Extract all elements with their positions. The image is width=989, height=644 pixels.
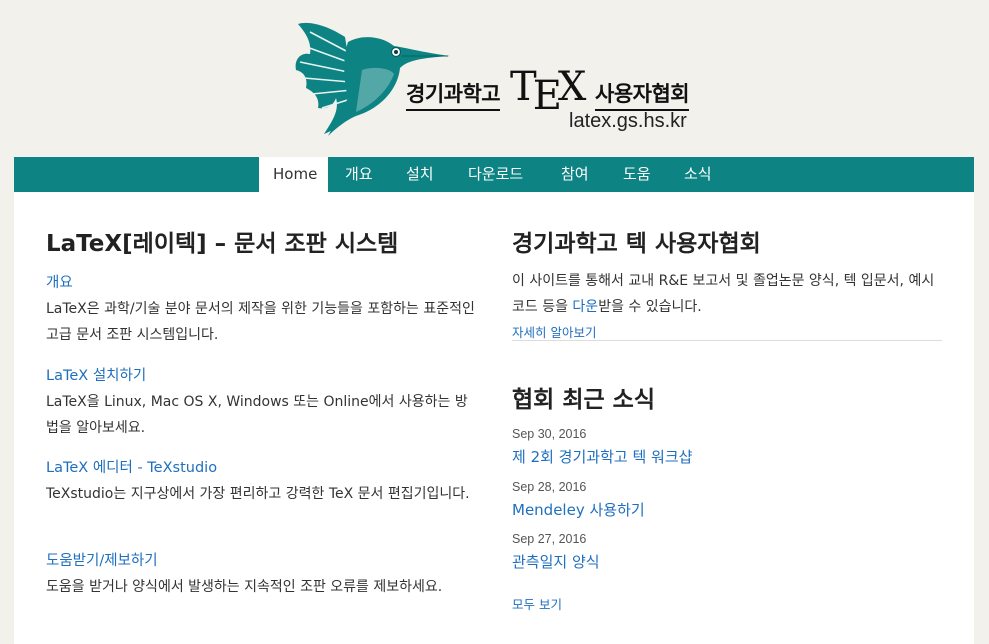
intro-text-after: 받을 수 있습니다. (598, 299, 702, 315)
news-date: Sep 30, 2016 (512, 427, 587, 441)
logo-tex-e: E (532, 73, 562, 119)
news-date: Sep 28, 2016 (512, 480, 587, 494)
nav-item-help[interactable]: 도움 (609, 157, 665, 192)
nav-item-install[interactable]: 설치 (392, 157, 448, 192)
editor-link[interactable]: LaTeX 에디터 - TeXstudio (46, 456, 217, 477)
logo-url: latex.gs.hs.kr (569, 110, 687, 132)
help-report-link[interactable]: 도움받기/제보하기 (46, 549, 158, 570)
learn-more-link[interactable]: 자세히 알아보기 (512, 322, 596, 341)
overview-link[interactable]: 개요 (46, 271, 73, 292)
install-link[interactable]: LaTeX 설치하기 (46, 364, 146, 385)
logo-tex-x: X (557, 64, 587, 110)
editor-description: TeXstudio는 지구상에서 가장 편리하고 강력한 TeX 문서 편집기입… (46, 486, 470, 502)
nav-item-participate[interactable]: 참여 (547, 157, 603, 192)
logo-text-right: 사용자협회 (595, 78, 690, 111)
nav-item-overview[interactable]: 개요 (331, 157, 387, 192)
main-nav: Home 개요 설치 다운로드 참여 도움 소식 (14, 157, 974, 192)
news-item-link[interactable]: 제 2회 경기과학고 텍 워크샵 (512, 446, 692, 467)
download-inline-link[interactable]: 다운 (572, 299, 598, 315)
right-title: 경기과학고 텍 사용자협회 (512, 231, 761, 257)
install-description: LaTeX을 Linux, Mac OS X, Windows 또는 Onlin… (46, 394, 468, 436)
divider (512, 340, 942, 341)
nav-item-news[interactable]: 소식 (670, 157, 726, 192)
site-header: 경기과학고 TEX 사용자협회 latex.gs.hs.kr (0, 0, 989, 157)
overview-description: LaTeX은 과학/기술 분야 문서의 제작을 위한 기능들을 포함하는 표준적… (46, 301, 475, 343)
help-report-description: 도움을 받거나 양식에서 발생하는 지속적인 조판 오류를 제보하세요. (46, 579, 443, 595)
logo-tex-wordmark: TEX (510, 64, 587, 119)
view-all-news-link[interactable]: 모두 보기 (512, 594, 562, 613)
news-title: 협회 최근 소식 (512, 387, 655, 413)
news-item-link[interactable]: Mendeley 사용하기 (512, 499, 645, 520)
kingfisher-logo-icon[interactable] (290, 12, 455, 137)
content-panel: LaTeX[레이텍] – 문서 조판 시스템 개요 LaTeX은 과학/기술 분… (14, 192, 974, 644)
nav-item-home[interactable]: Home (259, 157, 328, 192)
nav-item-download[interactable]: 다운로드 (454, 157, 537, 192)
logo-text-left: 경기과학고 (406, 78, 501, 111)
left-title: LaTeX[레이텍] – 문서 조판 시스템 (46, 231, 399, 257)
news-item-link[interactable]: 관측일지 양식 (512, 551, 600, 572)
news-date: Sep 27, 2016 (512, 532, 587, 546)
intro-text: 이 사이트를 통해서 교내 R&E 보고서 및 졸업논문 양식, 텍 입문서, … (512, 268, 942, 320)
